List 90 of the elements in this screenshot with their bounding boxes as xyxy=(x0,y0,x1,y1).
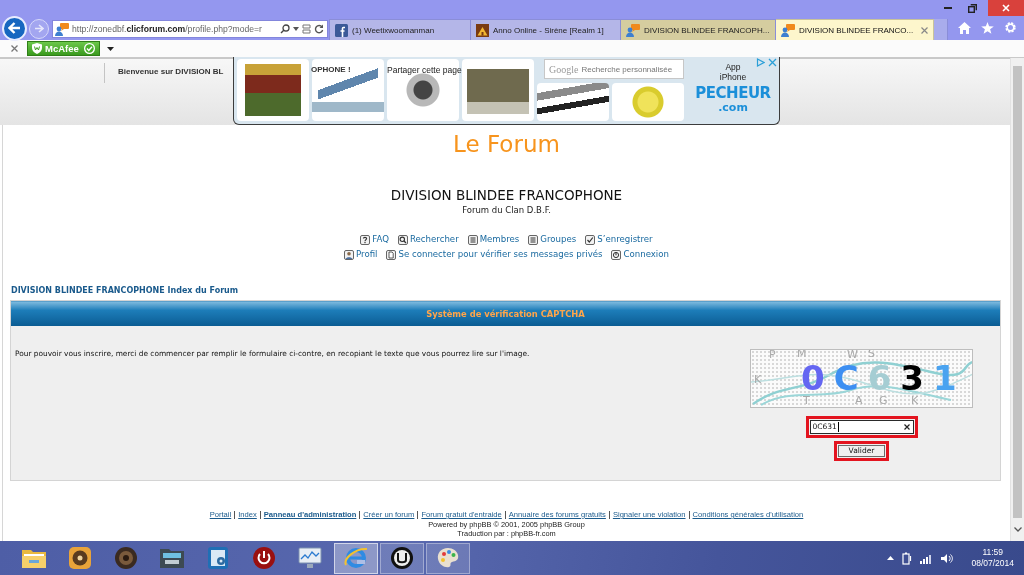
forum-logo-text: Le Forum xyxy=(453,130,560,158)
captcha-noise-letter: P xyxy=(769,350,776,361)
nav-link[interactable]: Se connecter pour vérifier ses messages privés xyxy=(386,248,603,261)
captcha-character: 3 xyxy=(900,363,924,394)
restore-icon xyxy=(967,3,977,13)
welcome-text: Bienvenue sur DIVISION BL xyxy=(118,67,224,76)
browser-tab[interactable]: DIVISION BLINDEE FRANCOPH... xyxy=(621,19,776,40)
arrow-left-icon xyxy=(8,22,21,34)
search-icon[interactable] xyxy=(280,24,290,34)
star-icon[interactable] xyxy=(981,21,994,34)
tile-icon xyxy=(476,23,489,37)
captcha-noise-letter: T xyxy=(803,395,810,407)
arrow-right-icon xyxy=(34,24,44,33)
close-icon[interactable] xyxy=(921,26,928,34)
e-logo-icon xyxy=(343,546,369,570)
chevron-down-icon[interactable] xyxy=(1013,527,1022,532)
taskbar-button[interactable] xyxy=(380,542,424,574)
person-icon xyxy=(344,249,355,260)
speaker-icon[interactable] xyxy=(941,552,954,564)
shield-icon xyxy=(32,43,42,54)
clear-icon[interactable] xyxy=(903,424,910,430)
check-icon xyxy=(84,43,95,54)
search-brand-label: Google xyxy=(549,63,579,75)
badge-icon xyxy=(390,546,414,570)
captcha-noise-letter: A xyxy=(855,395,863,407)
captcha-noise-letter: G xyxy=(879,395,888,407)
captcha-noise-letter: K xyxy=(754,374,762,386)
caret-up-icon[interactable] xyxy=(887,556,895,560)
letter-f-icon xyxy=(335,23,348,37)
browser-tab[interactable]: Anno Online - Sirène [Realm 1] xyxy=(471,19,621,40)
clock-time[interactable]: 11:59 xyxy=(982,547,1004,558)
close-icon[interactable] xyxy=(11,45,18,52)
clock-date[interactable]: 08/07/2014 xyxy=(971,558,1014,569)
checkbox-icon xyxy=(585,234,596,245)
url-text: http://zonedbf.clicforum.com/profile.php?mode=r xyxy=(72,24,263,34)
battery-plug-icon[interactable] xyxy=(902,551,913,565)
palette-icon xyxy=(436,546,460,570)
speaker-icon xyxy=(114,546,138,570)
browser-tab[interactable]: (1) Weetixwoomanman xyxy=(329,19,471,40)
ad-banner[interactable]: App iPhone PECHEUR .com OPHONE ! Partager cette page Google Recherche personnalisée xyxy=(233,57,780,125)
logo-text: PECHEUR xyxy=(695,85,771,102)
browser-tab[interactable]: DIVISION BLINDEE FRANCO... xyxy=(776,19,934,40)
nav-link[interactable]: Profil xyxy=(344,248,378,261)
photo-placeholder[interactable] xyxy=(237,59,309,121)
forum-subtitle: Forum du Clan D.B.F. xyxy=(462,205,551,216)
monitor-chart-icon xyxy=(298,547,322,569)
scrollbar-thumb[interactable] xyxy=(1013,66,1022,518)
welcome-text: OPHONE ! xyxy=(311,65,351,74)
captcha-noise-letter: W xyxy=(847,350,858,361)
panel-title: Système de vérification CAPTCHA xyxy=(426,309,585,319)
scrollbar[interactable] xyxy=(1010,58,1024,541)
share-link[interactable]: Partager cette page xyxy=(387,65,462,75)
address-bar[interactable]: http://zonedbf.clicforum.com/profile.php?mode=r xyxy=(52,20,328,38)
close-icon xyxy=(1002,4,1010,12)
caret-icon[interactable] xyxy=(293,27,299,31)
nav-link[interactable]: Rechercher xyxy=(398,233,459,246)
question-icon xyxy=(360,234,371,245)
caret-icon[interactable] xyxy=(107,46,114,51)
search-input[interactable]: Recherche personnalisée xyxy=(581,64,678,74)
search-icon xyxy=(398,234,408,245)
speech-bubble-icon xyxy=(55,22,69,36)
app-label: App iPhone xyxy=(718,62,748,82)
signal-bars-icon[interactable] xyxy=(920,552,934,564)
list-icon xyxy=(467,234,478,245)
nav-link[interactable]: FAQ xyxy=(360,233,389,246)
home-icon[interactable] xyxy=(958,21,971,34)
login-icon xyxy=(611,249,622,260)
nav-link[interactable]: Membres xyxy=(467,233,520,246)
nav-link[interactable]: S’enregistrer xyxy=(585,233,653,246)
forum-title: DIVISION BLINDEE FRANCOPHONE xyxy=(390,187,623,204)
settings-icon[interactable] xyxy=(1004,21,1017,34)
power-icon xyxy=(252,546,276,570)
logo-suffix: .com xyxy=(718,102,748,114)
nav-link[interactable]: Connexion xyxy=(611,248,669,261)
folder-icon xyxy=(21,547,47,569)
photo-placeholder[interactable] xyxy=(537,83,609,121)
close-button[interactable] xyxy=(988,0,1024,16)
minimize-icon xyxy=(944,7,952,9)
document-icon xyxy=(386,249,397,260)
document-folder-icon xyxy=(159,546,185,570)
list-icon xyxy=(528,234,539,245)
breadcrumb-link[interactable]: DIVISION BLINDEE FRANCOPHONE Index du Forum xyxy=(11,286,239,296)
gear-document-icon xyxy=(207,546,229,570)
speech-bubble-icon xyxy=(781,23,795,37)
refresh-icon[interactable] xyxy=(314,24,324,34)
captcha-character: C xyxy=(833,363,859,394)
captcha-noise-letter: K xyxy=(911,395,919,407)
back-button[interactable] xyxy=(2,15,27,41)
nav-link[interactable]: Groupes xyxy=(528,233,577,246)
speech-bubble-icon xyxy=(626,23,640,37)
